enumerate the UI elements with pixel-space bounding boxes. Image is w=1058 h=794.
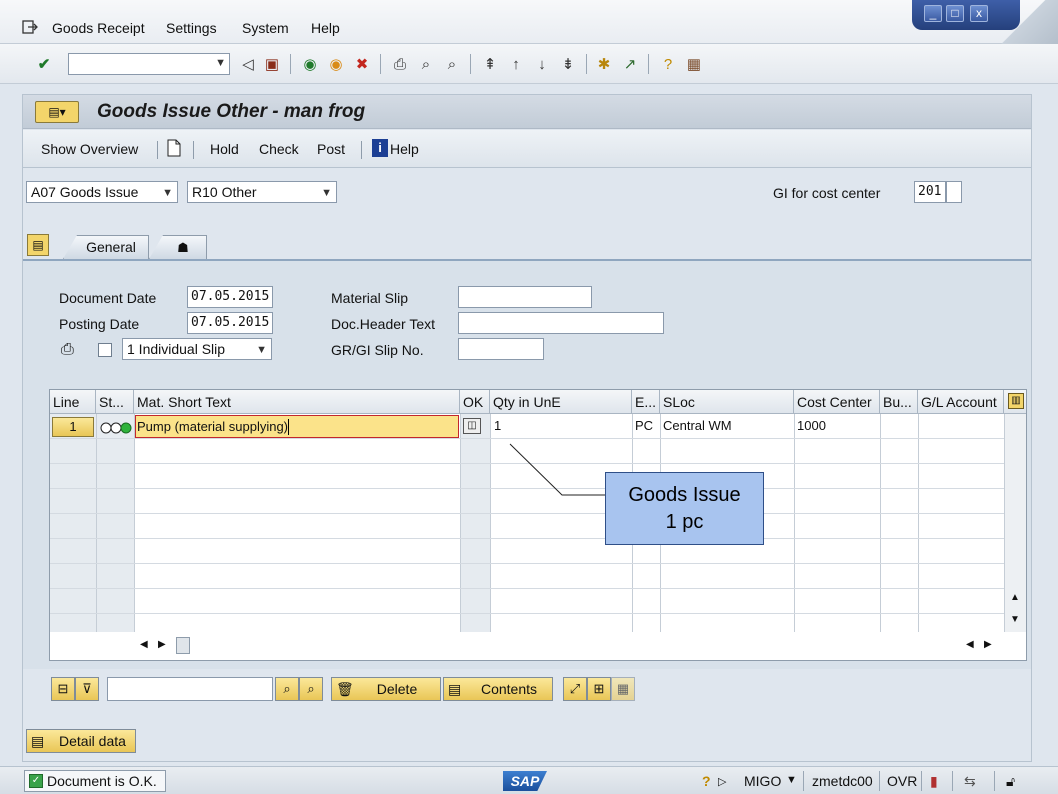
status-separator (879, 771, 880, 791)
checkmark-icon: ✓ (29, 774, 43, 788)
status-separator (803, 771, 804, 791)
status-separator (994, 771, 995, 791)
status-arrow-icon[interactable]: ▷ (718, 775, 726, 788)
transaction-code: MIGO (744, 773, 782, 789)
callout-line-2: 1 pc (665, 511, 704, 533)
status-separator (952, 771, 953, 791)
insert-mode[interactable]: OVR (887, 773, 917, 789)
goods-issue-callout: Goods Issue 1 pc (605, 472, 764, 545)
status-separator (921, 771, 922, 791)
status-message-text: Document is O.K. (47, 773, 157, 789)
status-bar: ✓ Document is O.K. SAP ? ▷ MIGO ▼ zmetdc… (0, 766, 1058, 794)
callout-connector (509, 443, 605, 496)
help-icon[interactable]: ? (702, 773, 711, 789)
chevron-down-icon[interactable]: ▼ (786, 774, 797, 786)
status-message[interactable]: ✓ Document is O.K. (24, 770, 166, 792)
sap-logo: SAP (503, 771, 547, 791)
connection-icon: ⇆ (964, 773, 976, 789)
status-icon: ▮ (930, 773, 938, 789)
server-name: zmetdc00 (812, 773, 873, 789)
callout-line-1: Goods Issue (628, 484, 741, 506)
lock-icon: 🔓︎ (1006, 773, 1016, 789)
